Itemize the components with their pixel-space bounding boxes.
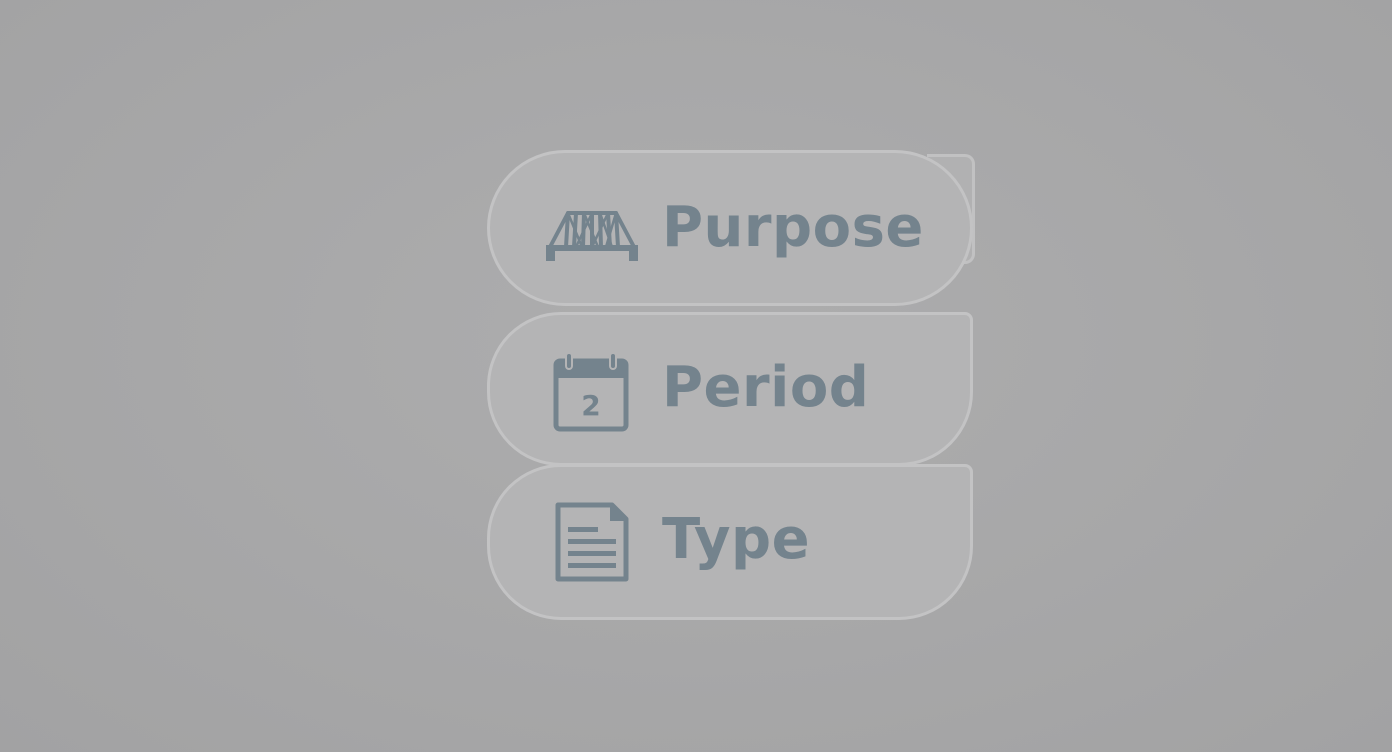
document-icon <box>546 501 638 582</box>
menu-item-purpose[interactable]: Purpose <box>487 150 973 306</box>
bridge-icon <box>546 205 638 285</box>
calendar-icon: 2 <box>546 351 638 432</box>
menu-item-type[interactable]: Type <box>487 464 973 620</box>
menu-item-label: Type <box>662 507 811 572</box>
menu-item-period[interactable]: 2 Period <box>487 312 973 466</box>
menu-item-label: Purpose <box>662 195 924 260</box>
menu-item-label: Period <box>662 355 870 420</box>
calendar-day: 2 <box>581 389 600 422</box>
category-menu: Purpose 2 Period Type <box>487 150 975 620</box>
